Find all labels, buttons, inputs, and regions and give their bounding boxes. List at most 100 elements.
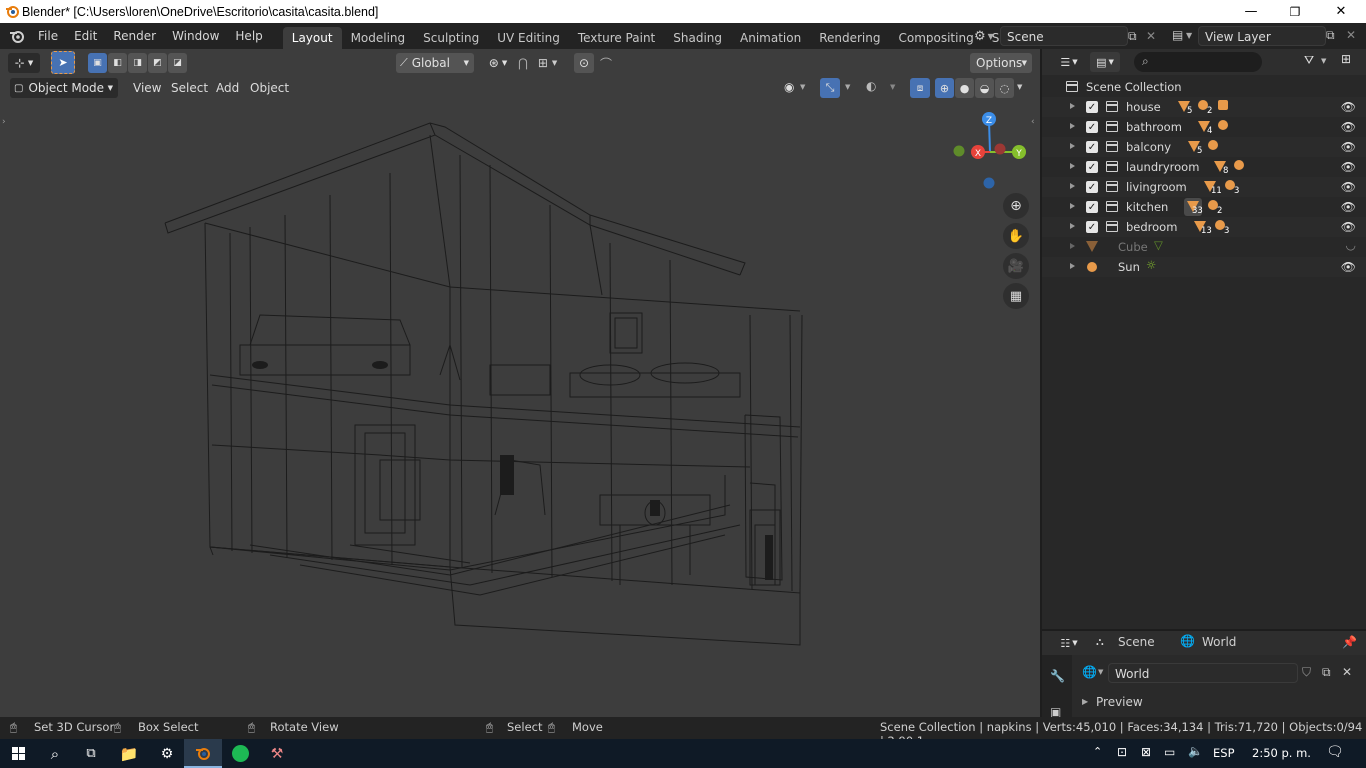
display-mode-button[interactable]: ▤ ▼ (1090, 52, 1120, 72)
tab-sculpting[interactable]: Sculpting (414, 27, 488, 49)
rendered-shading-icon[interactable]: ◌ (995, 78, 1014, 98)
tab-texture-paint[interactable]: Texture Paint (569, 27, 664, 49)
menu-edit[interactable]: Edit (66, 23, 105, 49)
tab-animation[interactable]: Animation (731, 27, 810, 49)
preview-panel-header[interactable]: ▶ Preview (1080, 694, 1360, 714)
clock[interactable]: 2:50 p. m. (1252, 746, 1311, 760)
input-language[interactable]: ESP (1213, 746, 1235, 760)
wireframe-shading-icon[interactable]: ⊕ (935, 78, 954, 98)
taskbar-search-button[interactable]: ⌕ (36, 739, 74, 768)
eye-icon[interactable]: 👁 (1341, 140, 1356, 154)
transform-orientation-dropdown[interactable]: ⟋ Global ▼ (396, 53, 474, 73)
properties-editor-type-button[interactable]: ☷ ▼ (1054, 633, 1084, 653)
world-name-field[interactable]: World (1108, 663, 1298, 683)
exclude-checkbox[interactable]: ✓ (1086, 181, 1098, 193)
overlay-toggle-icon[interactable]: ◐ (866, 79, 876, 93)
outliner-row-laundryroom[interactable]: ✓ laundryroom 8 👁 (1042, 157, 1366, 177)
expand-arrow-icon[interactable] (1070, 243, 1075, 249)
tab-shading[interactable]: Shading (664, 27, 731, 49)
blender-taskbar-button[interactable] (184, 739, 222, 768)
select-tool-button[interactable]: ➤ (51, 51, 75, 74)
scene-name-field[interactable]: Scene (1000, 26, 1128, 46)
close-button[interactable]: ✕ (1318, 0, 1364, 23)
tab-compositing[interactable]: Compositing (889, 27, 982, 49)
notifications-icon[interactable]: 🗨 (1326, 744, 1344, 760)
select-new-mode-button[interactable]: ▣ (88, 53, 107, 73)
zoom-button[interactable]: ⊕ (1003, 193, 1029, 219)
snap-target-icon[interactable]: ⊞ (538, 56, 548, 70)
expand-arrow-icon[interactable] (1070, 143, 1075, 149)
eye-icon[interactable]: 👁 (1341, 180, 1356, 194)
viewport-menu-object[interactable]: Object (244, 78, 295, 98)
network-icon[interactable]: ⊠ (1141, 745, 1151, 759)
gizmo-toggle-icon[interactable]: ⤡ (820, 78, 840, 98)
eye-icon[interactable]: 👁 (1341, 260, 1356, 274)
view-layer-selector[interactable]: ▤ ▼ View Layer ⧉ ✕ (1168, 26, 1364, 46)
3d-viewport[interactable]: ⊹▼ ➤ ▣ ◧ ◨ ◩ ◪ ⟋ Global ▼ ⊛▼ ⋂ ⊞ ▼ ⊙ ⌒ (0, 49, 1040, 717)
exclude-checkbox[interactable]: ✓ (1086, 201, 1098, 213)
options-dropdown[interactable]: Options ▼ (970, 53, 1032, 73)
remove-scene-icon[interactable]: ✕ (1146, 29, 1156, 43)
outliner-row-bedroom[interactable]: ✓ bedroom 13 3 👁 (1042, 217, 1366, 237)
outliner-row-cube[interactable]: Cube ▽ ◡ (1042, 237, 1366, 257)
exclude-checkbox[interactable]: ✓ (1086, 161, 1098, 173)
material-preview-icon[interactable]: ◒ (975, 78, 994, 98)
restore-button[interactable]: ❐ (1272, 0, 1318, 23)
toolbar-expand-icon[interactable]: › (2, 117, 6, 127)
pin-icon[interactable]: 📌 (1342, 635, 1357, 649)
outliner-row-house[interactable]: ✓ house 5 2 👁 (1042, 97, 1366, 117)
file-explorer-button[interactable]: 📁 (110, 739, 148, 768)
outliner-search-input[interactable]: ⌕ (1134, 52, 1262, 72)
outliner-row-livingroom[interactable]: ✓ livingroom 11 3 👁 (1042, 177, 1366, 197)
minimize-button[interactable]: — (1228, 0, 1274, 23)
battery-icon[interactable]: ▭ (1164, 745, 1175, 759)
editor-type-button[interactable]: ⊹ ▼ (8, 53, 40, 73)
navigation-gizmo[interactable]: Z Y X (950, 109, 1034, 193)
eye-icon[interactable]: 👁 (1341, 220, 1356, 234)
new-scene-icon[interactable]: ⧉ (1128, 29, 1137, 44)
neg-x-axis-handle[interactable] (994, 143, 1006, 155)
breadcrumb-world[interactable]: World (1202, 635, 1236, 649)
expand-arrow-icon[interactable] (1070, 123, 1075, 129)
visibility-filter-icon[interactable]: ◉ (784, 80, 794, 94)
exclude-checkbox[interactable]: ✓ (1086, 221, 1098, 233)
menu-file[interactable]: File (30, 23, 66, 49)
unlink-world-icon[interactable]: ✕ (1342, 665, 1352, 679)
menu-render[interactable]: Render (105, 23, 164, 49)
spotify-button[interactable] (221, 739, 259, 768)
eye-icon[interactable]: 👁 (1341, 200, 1356, 214)
tab-layout[interactable]: Layout (282, 27, 342, 49)
breadcrumb-scene[interactable]: Scene (1118, 635, 1155, 649)
tray-expand-icon[interactable]: ⌃ (1093, 745, 1102, 758)
outliner-editor-type-button[interactable]: ☰ ▼ (1054, 52, 1084, 72)
outliner-row-sun[interactable]: Sun ☼ 👁 (1042, 257, 1366, 277)
expand-arrow-icon[interactable] (1070, 163, 1075, 169)
neg-z-axis-handle[interactable] (983, 177, 995, 189)
exclude-checkbox[interactable]: ✓ (1086, 141, 1098, 153)
outliner-row-balcony[interactable]: ✓ balcony 5 👁 (1042, 137, 1366, 157)
magnet-icon[interactable]: ⋂ (518, 56, 528, 70)
tab-modeling[interactable]: Modeling (342, 27, 415, 49)
neg-y-axis-handle[interactable] (953, 145, 965, 157)
eye-icon[interactable]: 👁 (1341, 100, 1356, 114)
start-button[interactable] (0, 739, 38, 768)
new-collection-icon[interactable]: ⊞ (1341, 52, 1351, 66)
task-view-button[interactable]: ⧉ (72, 739, 110, 768)
expand-arrow-icon[interactable] (1070, 203, 1075, 209)
expand-arrow-icon[interactable] (1070, 223, 1075, 229)
filter-icon[interactable]: ⛛ (1304, 53, 1314, 68)
select-intersect-mode-button[interactable]: ◪ (168, 53, 187, 73)
select-subtract-mode-button[interactable]: ◨ (128, 53, 147, 73)
outliner-row-kitchen[interactable]: ✓ kitchen 33 2 👁 (1042, 197, 1366, 217)
fake-user-shield-icon[interactable]: ⛉ (1302, 665, 1311, 680)
outliner-row-bathroom[interactable]: ✓ bathroom 4 👁 (1042, 117, 1366, 137)
mode-dropdown[interactable]: ▢ Object Mode ▼ (10, 78, 118, 98)
menu-help[interactable]: Help (227, 23, 270, 49)
camera-view-button[interactable]: 🎥 (1003, 253, 1029, 279)
app-button[interactable]: ⚒ (258, 739, 296, 768)
scene-collection-row[interactable]: Scene Collection (1042, 77, 1366, 97)
menu-window[interactable]: Window (164, 23, 227, 49)
eye-closed-icon[interactable]: ◡ (1346, 238, 1356, 252)
solid-shading-icon[interactable]: ● (955, 78, 974, 98)
pivot-point-dropdown[interactable]: ⊛ ▼ (480, 53, 516, 73)
